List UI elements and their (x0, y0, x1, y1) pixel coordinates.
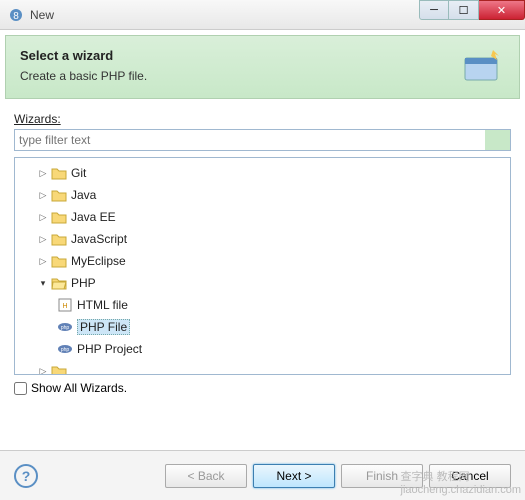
help-button[interactable]: ? (14, 464, 38, 488)
folder-open-icon (51, 276, 67, 290)
show-all-label: Show All Wizards. (31, 381, 127, 395)
svg-text:php: php (61, 325, 70, 331)
tree-item-phpfile[interactable]: php PHP File (17, 316, 508, 338)
show-all-checkbox[interactable] (14, 382, 27, 395)
php-file-icon: php (57, 320, 73, 334)
banner-subtitle: Create a basic PHP file. (20, 69, 505, 83)
window-title: New (30, 8, 54, 22)
tree-label: Java (71, 188, 96, 202)
tree-item-git[interactable]: ▷ Git (17, 162, 508, 184)
wizards-label: Wizards: (14, 112, 61, 126)
wizard-tree[interactable]: ▷ Git ▷ Java ▷ Java EE ▷ JavaScript ▷ MyEclip… (14, 157, 511, 375)
tree-item-more[interactable]: ▷ (17, 360, 508, 375)
tree-label: PHP (71, 276, 96, 290)
banner-heading: Select a wizard (20, 48, 505, 63)
minimize-button[interactable]: ─ (419, 0, 449, 20)
chevron-down-icon[interactable]: ▾ (37, 277, 49, 289)
title-bar: 8 New ─ ☐ ✕ (0, 0, 525, 30)
html-file-icon: H (57, 298, 73, 312)
content-area: Wizards: ▷ Git ▷ Java ▷ Java EE ▷ JavaScript… (0, 104, 525, 399)
tree-label: Git (71, 166, 86, 180)
chevron-right-icon[interactable]: ▷ (37, 189, 49, 201)
folder-icon (51, 364, 67, 375)
filter-input[interactable] (14, 129, 511, 151)
tree-label: PHP File (77, 319, 130, 335)
close-button[interactable]: ✕ (479, 0, 525, 20)
folder-icon (51, 188, 67, 202)
php-project-icon: php (57, 342, 73, 356)
tree-label: HTML file (77, 298, 128, 312)
folder-icon (51, 210, 67, 224)
window-controls: ─ ☐ ✕ (419, 0, 525, 20)
wizard-banner: Select a wizard Create a basic PHP file. (5, 35, 520, 99)
next-button[interactable]: Next > (253, 464, 335, 488)
svg-text:8: 8 (13, 11, 19, 22)
tree-label: PHP Project (77, 342, 142, 356)
tree-label: Java EE (71, 210, 116, 224)
app-icon: 8 (8, 7, 24, 23)
tree-item-php[interactable]: ▾ PHP (17, 272, 508, 294)
wizard-icon (461, 46, 505, 86)
button-bar: ? < Back Next > Finish Cancel (0, 450, 525, 500)
chevron-right-icon[interactable]: ▷ (37, 233, 49, 245)
tree-item-javaee[interactable]: ▷ Java EE (17, 206, 508, 228)
tree-label: JavaScript (71, 232, 127, 246)
folder-icon (51, 254, 67, 268)
maximize-button[interactable]: ☐ (449, 0, 479, 20)
chevron-right-icon[interactable]: ▷ (37, 211, 49, 223)
folder-icon (51, 166, 67, 180)
folder-icon (51, 232, 67, 246)
svg-text:H: H (62, 303, 67, 310)
tree-item-java[interactable]: ▷ Java (17, 184, 508, 206)
finish-button[interactable]: Finish (341, 464, 423, 488)
chevron-right-icon[interactable]: ▷ (37, 365, 49, 375)
chevron-right-icon[interactable]: ▷ (37, 167, 49, 179)
tree-item-javascript[interactable]: ▷ JavaScript (17, 228, 508, 250)
tree-item-phpproject[interactable]: php PHP Project (17, 338, 508, 360)
cancel-button[interactable]: Cancel (429, 464, 511, 488)
tree-item-htmlfile[interactable]: H HTML file (17, 294, 508, 316)
back-button[interactable]: < Back (165, 464, 247, 488)
show-all-row: Show All Wizards. (14, 381, 511, 395)
svg-text:php: php (61, 347, 70, 353)
chevron-right-icon[interactable]: ▷ (37, 255, 49, 267)
tree-item-myeclipse[interactable]: ▷ MyEclipse (17, 250, 508, 272)
tree-label: MyEclipse (71, 254, 126, 268)
